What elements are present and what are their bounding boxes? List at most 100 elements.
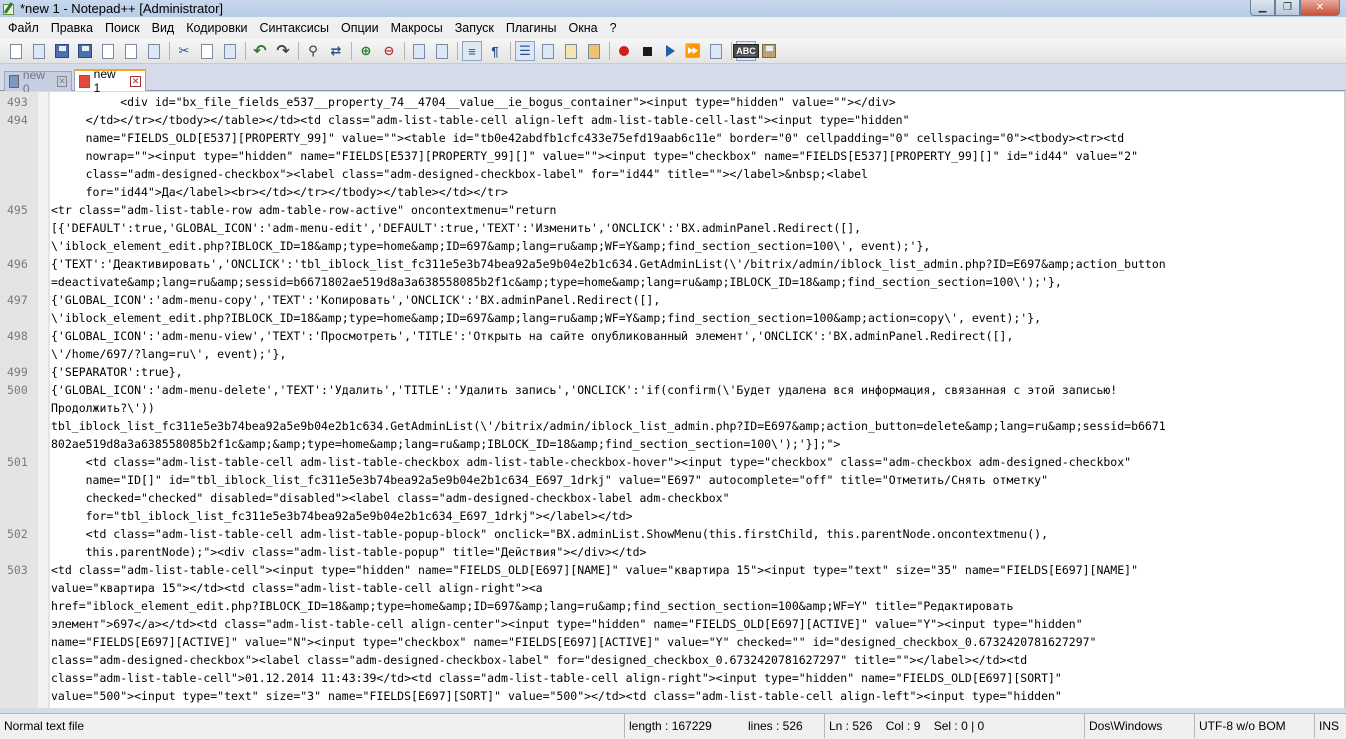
code-line[interactable]: href="iblock_element_edit.php?IBLOCK_ID=…	[0, 597, 1346, 615]
menu-plugins[interactable]: Плагины	[500, 17, 563, 39]
line-text: class="adm-designed-checkbox"><label cla…	[51, 653, 1028, 667]
line-text: name="FIELDS[E697][ACTIVE]" value="N"><i…	[51, 635, 1097, 649]
code-line[interactable]: 802ae519d8a3a638558085b2f1c&amp;&amp;typ…	[0, 435, 1346, 453]
title-bar[interactable]: *new 1 - Notepad++ [Administrator] ▁ ❐ ✕	[0, 0, 1346, 17]
close-tab-icon[interactable]: ✕	[57, 76, 68, 87]
folder-workspace-icon[interactable]	[584, 41, 604, 61]
code-line[interactable]: Продолжить?\'))	[0, 399, 1346, 417]
code-line[interactable]: 503 <td class="adm-list-table-cell"><inpu…	[0, 561, 1346, 579]
menu-language[interactable]: Синтаксисы	[253, 17, 335, 39]
line-number: 501	[7, 455, 28, 469]
menu-run[interactable]: Запуск	[449, 17, 500, 39]
save-macro-icon[interactable]	[706, 41, 726, 61]
maximize-button[interactable]: ❐	[1275, 0, 1300, 16]
replace-icon[interactable]: ⇄	[326, 41, 346, 61]
code-line[interactable]: value="500"><input type="text" size="3" …	[0, 687, 1346, 705]
code-line[interactable]: [{'DEFAULT':true,'GLOBAL_ICON':'adm-menu…	[0, 219, 1346, 237]
code-line[interactable]: nowrap=""><input type="hidden" name="FIE…	[0, 147, 1346, 165]
save-all-icon[interactable]	[75, 41, 95, 61]
line-number	[0, 633, 38, 651]
undo-icon[interactable]: ↶	[250, 41, 270, 61]
minimize-button[interactable]: ▁	[1250, 0, 1275, 16]
play-macro-icon[interactable]	[660, 41, 680, 61]
line-text: <div id="bx_file_fields_e537__property_7…	[51, 95, 896, 109]
menu-macro[interactable]: Макросы	[385, 17, 449, 39]
code-line[interactable]: this.parentNode);"><div class="adm-list-…	[0, 543, 1346, 561]
play-multiple-icon[interactable]: ⏩	[683, 41, 703, 61]
code-line[interactable]: =deactivate&amp;lang=ru&amp;sessid=b6671…	[0, 273, 1346, 291]
redo-icon[interactable]: ↷	[273, 41, 293, 61]
menu-file[interactable]: Файл	[2, 17, 45, 39]
code-line[interactable]: \'/home/697/?lang=ru\', event);'},	[0, 345, 1346, 363]
indent-guide-icon[interactable]: ☰	[515, 41, 535, 61]
find-icon[interactable]: ⚲	[303, 41, 323, 61]
menu-view[interactable]: Вид	[146, 17, 181, 39]
new-file-icon[interactable]	[6, 41, 26, 61]
spell-check-icon[interactable]: ABC	[733, 41, 759, 61]
code-line[interactable]: 501 <td class="adm-list-table-cell adm-l…	[0, 453, 1346, 471]
menu-settings[interactable]: Опции	[335, 17, 385, 39]
line-text: class="adm-list-table-cell">01.12.2014 1…	[51, 671, 1062, 685]
code-line[interactable]: 499 {'SEPARATOR':true},	[0, 363, 1346, 381]
menu-window[interactable]: Окна	[563, 17, 604, 39]
word-wrap-icon[interactable]: ≡	[462, 41, 482, 61]
open-file-icon[interactable]	[29, 41, 49, 61]
code-line[interactable]: элемент">697</a></td><td class="adm-list…	[0, 615, 1346, 633]
save-icon[interactable]	[52, 41, 72, 61]
menu-edit[interactable]: Правка	[45, 17, 99, 39]
line-number: 493	[7, 95, 28, 109]
code-line[interactable]: \'iblock_element_edit.php?IBLOCK_ID=18&a…	[0, 237, 1346, 255]
code-line[interactable]: for="tbl_iblock_list_fc311e5e3b74bea92a5…	[0, 507, 1346, 525]
doc-map-icon[interactable]	[538, 41, 558, 61]
line-text: class="adm-designed-checkbox"><label cla…	[51, 167, 868, 181]
record-macro-icon[interactable]	[614, 41, 634, 61]
cut-icon[interactable]: ✂	[174, 41, 194, 61]
menu-help[interactable]: ?	[604, 17, 623, 39]
sync-horizontal-icon[interactable]	[432, 41, 452, 61]
menu-search[interactable]: Поиск	[99, 17, 146, 39]
show-all-chars-icon[interactable]: ¶	[485, 41, 505, 61]
code-line[interactable]: name="FIELDS_OLD[E537][PROPERTY_99]" val…	[0, 129, 1346, 147]
paste-icon[interactable]	[220, 41, 240, 61]
tab-new-0[interactable]: new 0 ✕	[4, 68, 72, 96]
code-line[interactable]: tbl_iblock_list_fc311e5e3b74bea92a5e9b04…	[0, 417, 1346, 435]
code-line[interactable]: value="квартира 15"></td><td class="adm-…	[0, 579, 1346, 597]
status-lines: lines : 526	[748, 719, 803, 733]
code-line[interactable]: for="id44">Да</label><br></td></tr></tbo…	[0, 183, 1346, 201]
code-line[interactable]: 493 <div id="bx_file_fields_e537__proper…	[0, 93, 1346, 111]
print-icon[interactable]	[144, 41, 164, 61]
unsaved-file-icon	[79, 74, 90, 88]
close-tab-icon[interactable]: ✕	[130, 75, 142, 87]
code-line[interactable]: 496 {'TEXT':'Деактивировать','ONCLICK':'t…	[0, 255, 1346, 273]
code-line[interactable]: name="FIELDS[E697][ACTIVE]" value="N"><i…	[0, 633, 1346, 651]
line-text: {'SEPARATOR':true},	[51, 365, 183, 379]
code-line[interactable]: class="adm-list-table-cell">01.12.2014 1…	[0, 669, 1346, 687]
code-line[interactable]: name="ID[]" id="tbl_iblock_list_fc311e5e…	[0, 471, 1346, 489]
stop-record-icon[interactable]	[637, 41, 657, 61]
editor-area[interactable]: 493 <div id="bx_file_fields_e537__proper…	[0, 92, 1346, 708]
line-number	[0, 435, 38, 453]
code-line[interactable]: 495 <tr class="adm-list-table-row adm-tab…	[0, 201, 1346, 219]
zoom-out-icon[interactable]: ⊖	[379, 41, 399, 61]
code-line[interactable]: 497 {'GLOBAL_ICON':'adm-menu-copy','TEXT'…	[0, 291, 1346, 309]
close-button[interactable]: ✕	[1300, 0, 1340, 16]
zoom-in-icon[interactable]: ⊕	[356, 41, 376, 61]
tab-new-1[interactable]: new 1 ✕	[74, 67, 146, 95]
line-text: \'/home/697/?lang=ru\', event);'},	[51, 347, 287, 361]
menu-encoding[interactable]: Кодировки	[180, 17, 253, 39]
code-line[interactable]: 502 <td class="adm-list-table-cell adm-l…	[0, 525, 1346, 543]
spell-check-auto-icon[interactable]	[759, 41, 779, 61]
code-line[interactable]: \'iblock_element_edit.php?IBLOCK_ID=18&a…	[0, 309, 1346, 327]
code-line[interactable]: class="adm-designed-checkbox"><label cla…	[0, 165, 1346, 183]
code-line[interactable]: class="adm-designed-checkbox"><label cla…	[0, 651, 1346, 669]
window-title: *new 1 - Notepad++ [Administrator]	[20, 1, 224, 16]
close-icon[interactable]	[98, 41, 118, 61]
code-line[interactable]: 500 {'GLOBAL_ICON':'adm-menu-delete','TEX…	[0, 381, 1346, 399]
sync-vertical-icon[interactable]	[409, 41, 429, 61]
code-line[interactable]: 498 {'GLOBAL_ICON':'adm-menu-view','TEXT'…	[0, 327, 1346, 345]
close-all-icon[interactable]	[121, 41, 141, 61]
code-line[interactable]: 494 </td></tr></tbody></table></td><td c…	[0, 111, 1346, 129]
code-line[interactable]: checked="checked" disabled="disabled"><l…	[0, 489, 1346, 507]
copy-icon[interactable]	[197, 41, 217, 61]
function-list-icon[interactable]	[561, 41, 581, 61]
